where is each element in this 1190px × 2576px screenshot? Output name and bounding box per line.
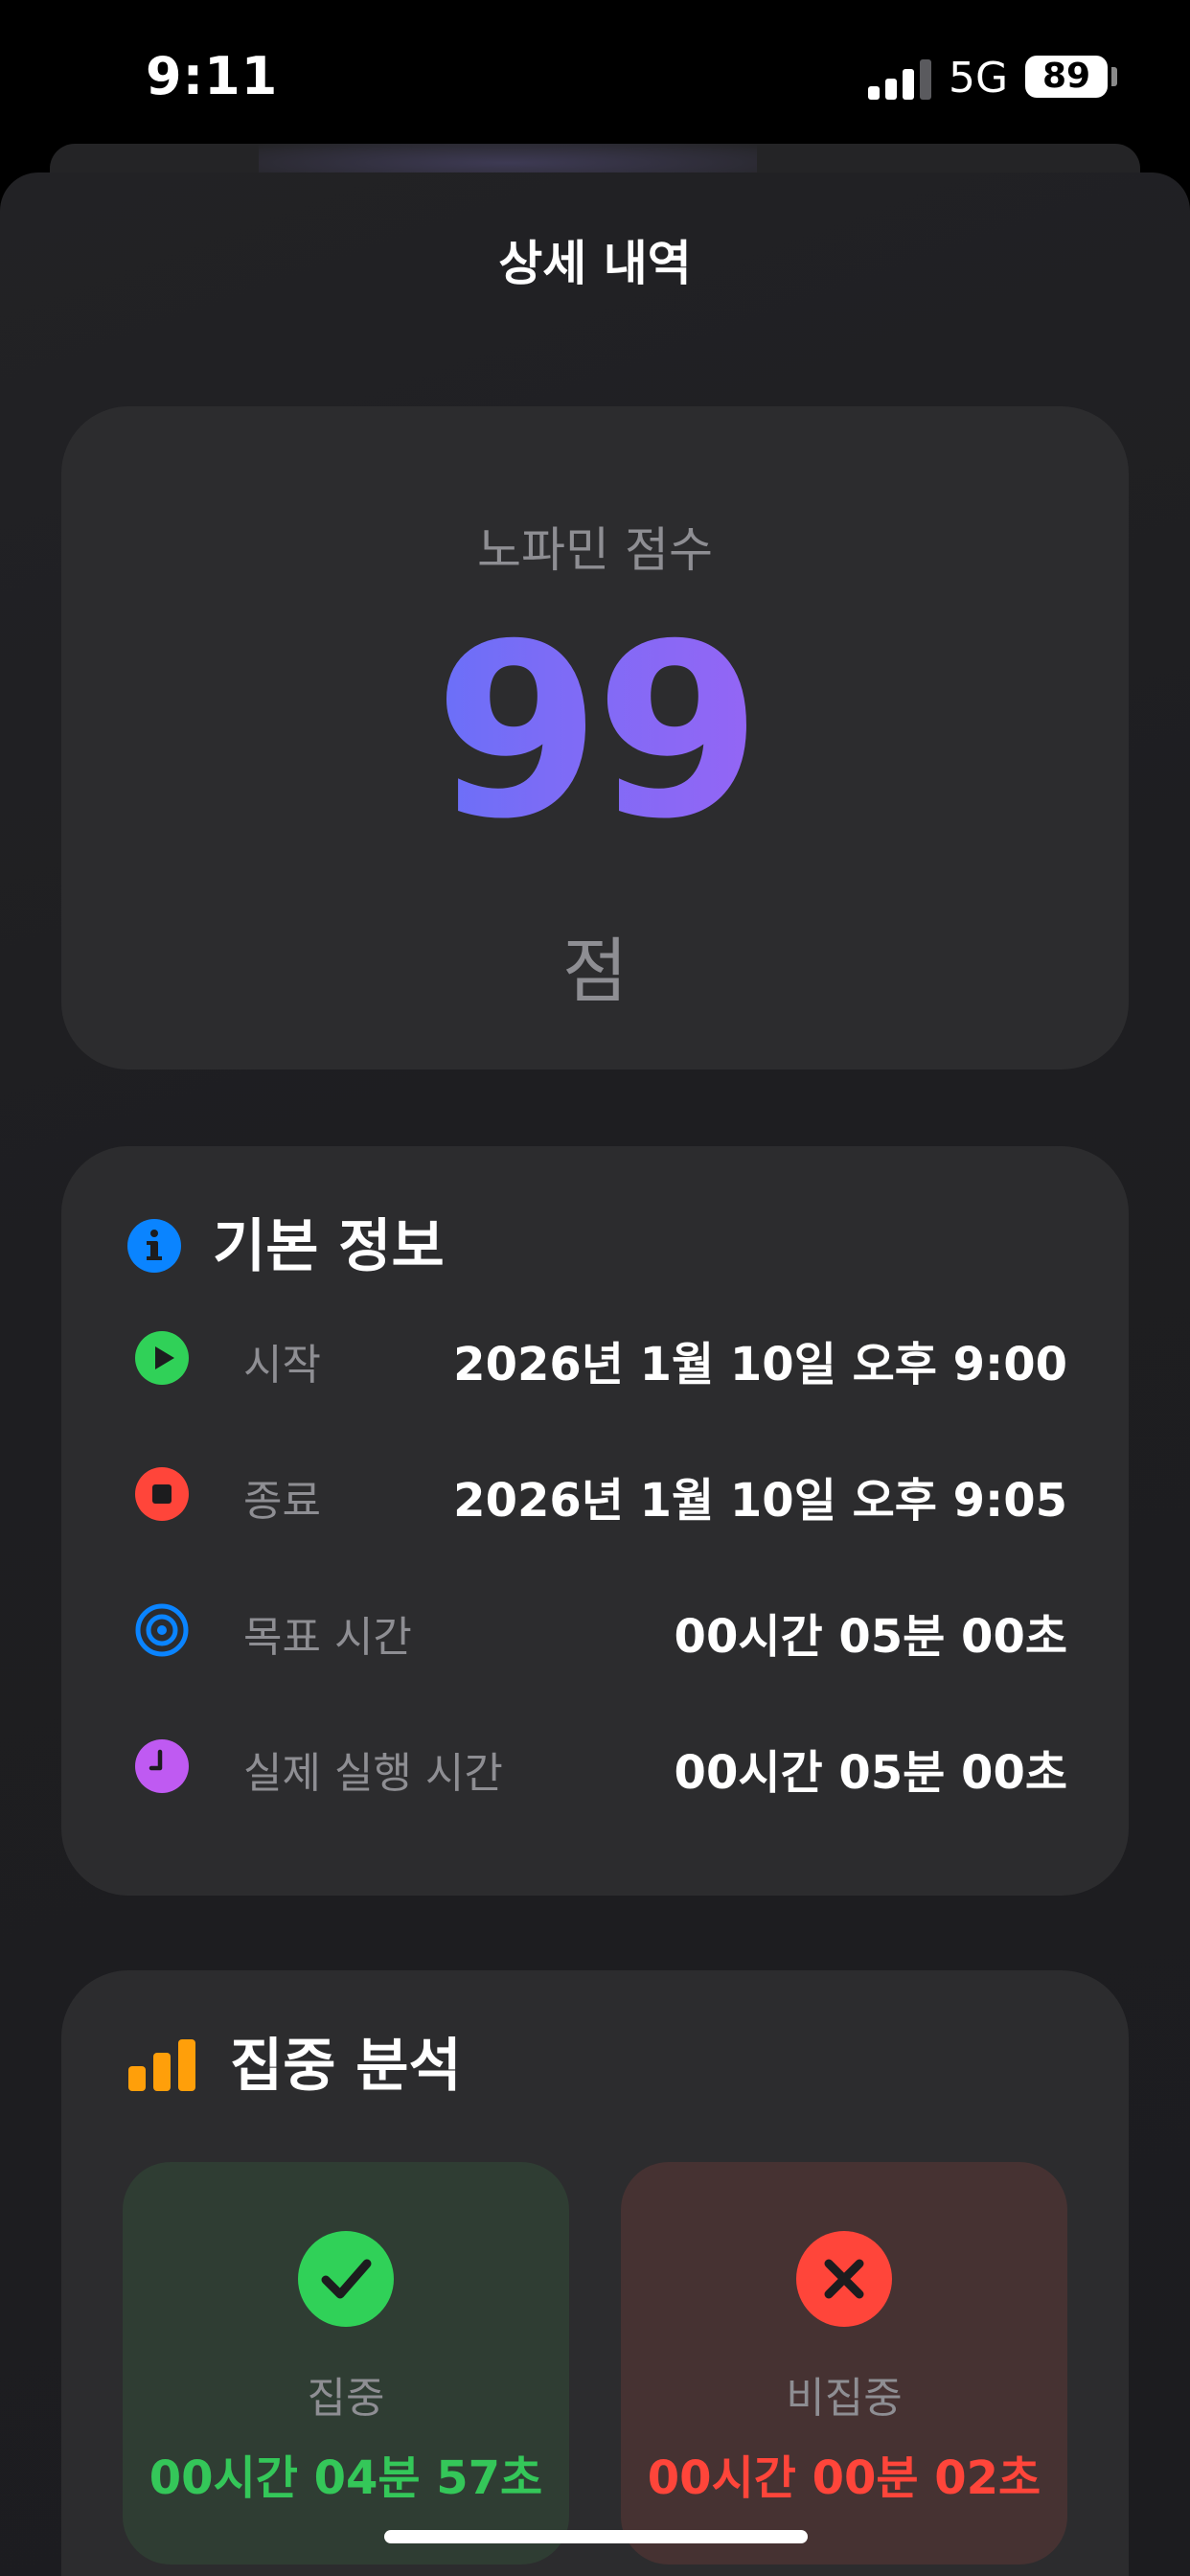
stop-icon bbox=[135, 1467, 189, 1521]
home-indicator[interactable] bbox=[384, 2530, 808, 2543]
info-row-target-time: 목표 시간 00시간 05분 00초 bbox=[61, 1581, 1129, 1677]
screen: 9:11 5G 89 상세 내역 노파민 점수 99 점 기본 정보 시작 20… bbox=[0, 0, 1190, 2576]
score-unit: 점 bbox=[561, 931, 629, 1013]
focus-analysis-title: 집중 분석 bbox=[230, 2033, 462, 2100]
clock-icon bbox=[135, 1739, 189, 1793]
checkmark-icon bbox=[298, 2231, 394, 2327]
info-row-label: 실제 실행 시간 bbox=[243, 1749, 503, 1798]
status-time: 9:11 bbox=[146, 46, 279, 106]
battery-tip bbox=[1111, 67, 1117, 86]
target-icon bbox=[135, 1603, 189, 1657]
info-row-end: 종료 2026년 1월 10일 오후 9:05 bbox=[61, 1445, 1129, 1541]
status-bar: 9:11 5G 89 bbox=[0, 0, 1190, 163]
info-row-value: 2026년 1월 10일 오후 9:05 bbox=[453, 1474, 1067, 1528]
network-type: 5G bbox=[949, 54, 1009, 103]
focus-duration: 00시간 04분 57초 bbox=[149, 2451, 543, 2505]
info-row-label: 목표 시간 bbox=[243, 1613, 412, 1662]
focus-analysis-card: 집중 분석 집중 00시간 04분 57초 비집중 00시간 00분 02초 bbox=[61, 1970, 1129, 2576]
detail-sheet[interactable]: 상세 내역 노파민 점수 99 점 기본 정보 시작 2026년 1월 10일 … bbox=[0, 172, 1190, 2576]
basic-info-card: 기본 정보 시작 2026년 1월 10일 오후 9:00 종료 2026년 1… bbox=[61, 1146, 1129, 1896]
nonfocus-stat-box: 비집중 00시간 00분 02초 bbox=[621, 2162, 1067, 2564]
x-mark-icon bbox=[796, 2231, 892, 2327]
score-card: 노파민 점수 99 점 bbox=[61, 406, 1129, 1070]
nonfocus-label: 비집중 bbox=[786, 2374, 903, 2423]
info-row-actual-time: 실제 실행 시간 00시간 05분 00초 bbox=[61, 1717, 1129, 1813]
info-row-label: 종료 bbox=[243, 1477, 321, 1526]
cellular-signal-icon bbox=[868, 59, 931, 100]
info-row-start: 시작 2026년 1월 10일 오후 9:00 bbox=[61, 1309, 1129, 1405]
battery-icon: 89 bbox=[1025, 56, 1108, 98]
focus-stat-box: 집중 00시간 04분 57초 bbox=[123, 2162, 569, 2564]
info-icon bbox=[127, 1219, 181, 1273]
info-row-label: 시작 bbox=[243, 1341, 321, 1390]
focus-label: 집중 bbox=[307, 2374, 385, 2423]
nonfocus-duration: 00시간 00분 02초 bbox=[647, 2451, 1041, 2505]
play-icon bbox=[135, 1331, 189, 1385]
page-title: 상세 내역 bbox=[498, 236, 692, 291]
basic-info-title: 기본 정보 bbox=[213, 1213, 445, 1280]
bar-chart-icon bbox=[128, 2039, 195, 2091]
info-row-value: 2026년 1월 10일 오후 9:00 bbox=[453, 1338, 1067, 1392]
score-value: 99 bbox=[61, 612, 1129, 852]
info-row-value: 00시간 05분 00초 bbox=[674, 1746, 1067, 1800]
score-label: 노파민 점수 bbox=[477, 522, 713, 578]
info-row-value: 00시간 05분 00초 bbox=[674, 1610, 1067, 1664]
